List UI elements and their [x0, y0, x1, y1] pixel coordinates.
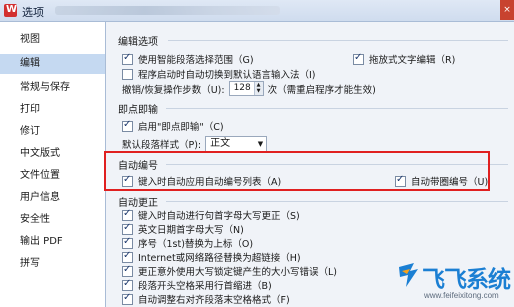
english-date-checkbox[interactable] — [122, 222, 133, 235]
auto-ime-checkbox[interactable] — [122, 68, 133, 80]
default-style-label: 默认段落样式（P): — [122, 140, 202, 151]
leading-indent-label: 段落开头空格采用行首缩进（B) — [138, 281, 272, 292]
close-button[interactable]: × — [500, 0, 514, 20]
title-bar: 选项 × — [0, 0, 514, 22]
auto-correct-row[interactable]: 键入时自动进行句首字母大写更正（S) — [122, 208, 300, 222]
drag-drop-label: 拖放式文字编辑（R) — [369, 55, 456, 66]
hyperlink-checkbox[interactable] — [122, 250, 133, 263]
sidebar-item-edit[interactable]: 编辑 — [0, 54, 105, 74]
caps-lock-checkbox[interactable] — [122, 264, 133, 277]
auto-correct-row[interactable]: 段落开头空格采用行首缩进（B) — [122, 278, 272, 292]
default-style-row: 默认段落样式（P): 正文 ▼ — [122, 136, 268, 152]
watermark-brand: 飞飞系统 — [422, 267, 511, 293]
drag-drop-row[interactable]: 拖放式文字编辑（R) — [353, 52, 455, 66]
auto-ime-row[interactable]: 程序启动时自动切换到默认语言输入法（I) — [122, 67, 316, 81]
sidebar-item-revision[interactable]: 修订 — [0, 122, 105, 142]
edit-options-title: 编辑选项 — [118, 37, 158, 48]
undo-steps-value: 128 — [233, 83, 251, 93]
default-style-select[interactable]: 正文 ▼ — [205, 136, 268, 152]
instant-type-label: 启用"即点即输"（C) — [138, 122, 224, 133]
options-sidebar: 视图 编辑 常规与保存 打印 修订 中文版式 文件位置 用户信息 安全性 输出 … — [0, 22, 106, 307]
instant-type-checkbox[interactable] — [122, 119, 133, 132]
undo-steps-spinner[interactable]: 128 ▲ ▼ — [228, 81, 264, 96]
group-divider — [166, 108, 508, 109]
group-divider — [168, 40, 508, 41]
sidebar-item-security[interactable]: 安全性 — [0, 210, 105, 230]
leading-indent-checkbox[interactable] — [122, 278, 133, 291]
sentence-cap-label: 键入时自动进行句首字母大写更正（S) — [138, 211, 300, 222]
window-title: 选项 — [22, 6, 44, 19]
caps-lock-label: 更正意外使用大写锁定键产生的大小写错误（L) — [138, 267, 337, 278]
watermark-url: www.feifeixitong.com — [424, 291, 499, 300]
smart-select-label: 使用智能段落选择范围（G) — [138, 55, 254, 66]
english-date-label: 英文日期首字母大写（N) — [138, 225, 244, 236]
highlight-box — [104, 151, 490, 191]
default-style-value: 正文 — [210, 138, 231, 149]
sidebar-item-spelling[interactable]: 拼写 — [0, 254, 105, 274]
wps-app-icon — [4, 4, 17, 17]
sidebar-item-view[interactable]: 视图 — [0, 30, 105, 50]
auto-ime-label: 程序启动时自动切换到默认语言输入法（I) — [138, 70, 316, 81]
auto-correct-row[interactable]: 英文日期首字母大写（N) — [122, 222, 244, 236]
ordinal-superscript-label: 序号（1st)替换为上标（O) — [138, 239, 254, 250]
drag-drop-checkbox[interactable] — [353, 52, 364, 65]
right-align-space-label: 自动调整右对齐段落末空格格式（F) — [138, 295, 290, 306]
group-divider — [166, 201, 508, 202]
sidebar-item-user-info[interactable]: 用户信息 — [0, 188, 105, 208]
sidebar-item-file-location[interactable]: 文件位置 — [0, 166, 105, 186]
blurred-window-caption — [55, 6, 280, 15]
sentence-cap-checkbox[interactable] — [122, 208, 133, 221]
instant-type-title: 即点即输 — [118, 105, 158, 116]
feifei-logo-icon — [399, 263, 418, 287]
undo-steps-label: 撤销/恢复操作步数（U): — [122, 84, 225, 96]
sidebar-item-export-pdf[interactable]: 输出 PDF — [0, 232, 105, 252]
sidebar-item-chinese-layout[interactable]: 中文版式 — [0, 144, 105, 164]
auto-correct-row[interactable]: 自动调整右对齐段落末空格格式（F) — [122, 292, 290, 306]
watermark-logo: 飞飞系统 www.feifeixitong.com — [396, 257, 514, 307]
chevron-down-icon: ▼ — [257, 140, 264, 148]
spinner-arrows-icon[interactable]: ▲ ▼ — [253, 82, 263, 95]
undo-steps-row: 撤销/恢复操作步数（U): 128 ▲ ▼ 次（需重启程序才能生效) — [122, 81, 376, 96]
auto-correct-row[interactable]: 更正意外使用大写锁定键产生的大小写错误（L) — [122, 264, 337, 278]
sidebar-item-general-save[interactable]: 常规与保存 — [0, 78, 105, 98]
auto-correct-row[interactable]: Internet或网络路径替换为超链接（H) — [122, 250, 301, 264]
sidebar-item-print[interactable]: 打印 — [0, 100, 105, 120]
smart-select-row[interactable]: 使用智能段落选择范围（G) — [122, 52, 254, 66]
undo-steps-note: 次（需重启程序才能生效) — [267, 84, 376, 96]
auto-correct-row[interactable]: 序号（1st)替换为上标（O) — [122, 236, 253, 250]
right-align-space-checkbox[interactable] — [122, 292, 133, 305]
ordinal-superscript-checkbox[interactable] — [122, 236, 133, 249]
hyperlink-label: Internet或网络路径替换为超链接（H) — [138, 253, 301, 264]
smart-select-checkbox[interactable] — [122, 52, 133, 65]
instant-type-row[interactable]: 启用"即点即输"（C) — [122, 119, 224, 133]
